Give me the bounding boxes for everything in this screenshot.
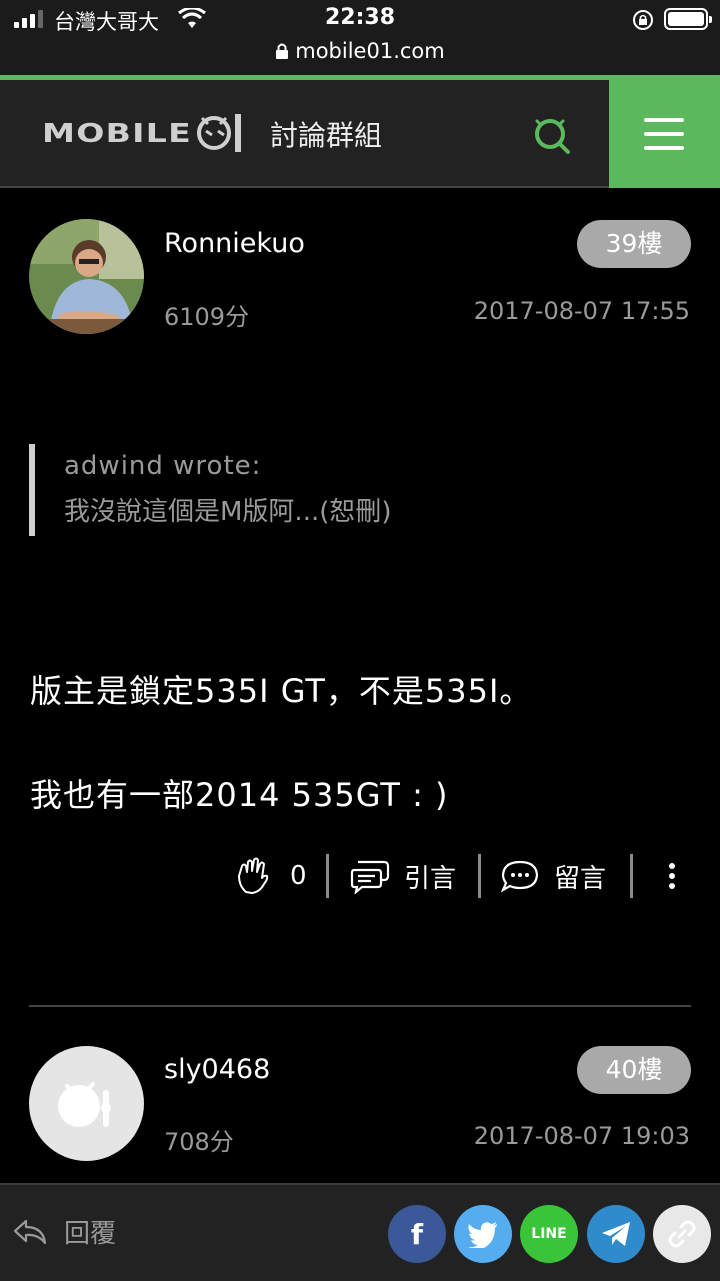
copy-link-button[interactable] xyxy=(653,1205,711,1263)
separator xyxy=(326,854,329,898)
comment-icon xyxy=(500,860,539,893)
reply-label: 回覆 xyxy=(64,1219,117,1249)
clap-icon xyxy=(238,857,269,894)
user-score: 708分 xyxy=(164,1128,234,1156)
search-button[interactable] xyxy=(528,112,576,160)
user-score: 6109分 xyxy=(164,303,250,331)
separator xyxy=(478,854,481,898)
reply-icon xyxy=(13,1219,47,1244)
post-timestamp: 2017-08-07 19:03 xyxy=(473,1122,690,1150)
clock: 22:38 xyxy=(324,5,396,30)
battery-icon xyxy=(664,8,712,30)
menu-icon xyxy=(644,118,684,122)
bottom-action-bar: 回覆 f LINE xyxy=(0,1183,720,1281)
quote-label: 引言 xyxy=(404,863,457,894)
twitter-icon xyxy=(468,1222,497,1248)
avatar[interactable] xyxy=(29,1046,144,1161)
quote-button[interactable]: 引言 xyxy=(350,852,456,900)
link-icon xyxy=(668,1220,696,1248)
comment-label: 留言 xyxy=(554,863,607,894)
url-bar[interactable]: mobile01.com xyxy=(0,39,720,65)
line-icon: LINE xyxy=(531,1226,567,1242)
floor-badge[interactable]: 39樓 xyxy=(577,220,691,268)
search-icon xyxy=(535,119,570,154)
telegram-share-button[interactable] xyxy=(587,1205,645,1263)
post-body-line: 我也有一部2014 535GT : ) xyxy=(30,776,449,814)
post-body-line: 版主是鎖定535I GT，不是535I。 xyxy=(30,672,533,710)
more-vertical-icon xyxy=(669,863,675,889)
comment-button[interactable]: 留言 xyxy=(500,852,606,900)
avatar[interactable] xyxy=(29,219,144,334)
site-header: MOBILE 討論群組 xyxy=(0,80,720,188)
like-button[interactable]: 0 xyxy=(236,852,307,900)
separator xyxy=(630,854,633,898)
post-timestamp: 2017-08-07 17:55 xyxy=(473,297,690,325)
quote-icon xyxy=(350,860,390,894)
quote-text: 我沒說這個是M版阿...(恕刪) xyxy=(64,497,392,527)
default-avatar-icon xyxy=(58,1082,111,1127)
mobile01-logo[interactable]: MOBILE xyxy=(42,110,247,160)
post-divider xyxy=(29,1005,691,1007)
like-count: 0 xyxy=(290,861,307,891)
post-actions: 0 引言 留言 xyxy=(0,852,720,900)
twitter-share-button[interactable] xyxy=(454,1205,512,1263)
facebook-icon: f xyxy=(410,1217,424,1251)
reply-button[interactable]: 回覆 xyxy=(12,1213,116,1250)
facebook-share-button[interactable]: f xyxy=(388,1205,446,1263)
telegram-icon xyxy=(602,1222,630,1246)
floor-badge[interactable]: 40樓 xyxy=(577,1046,691,1094)
svg-text:MOBILE: MOBILE xyxy=(42,119,192,149)
more-options-button[interactable] xyxy=(662,852,682,900)
line-share-button[interactable]: LINE xyxy=(520,1205,578,1263)
menu-button[interactable] xyxy=(609,80,720,188)
url-text: mobile01.com xyxy=(295,39,445,63)
page-title: 討論群組 xyxy=(270,119,383,152)
quote-author: adwind wrote: xyxy=(64,451,262,481)
username[interactable]: sly0468 xyxy=(164,1054,270,1085)
lock-icon xyxy=(275,41,289,65)
quote-block: adwind wrote: 我沒說這個是M版阿...(恕刪) xyxy=(29,444,669,536)
rotation-lock-icon xyxy=(632,9,654,35)
status-bar: 台灣大哥大 22:38 mobile01.com xyxy=(0,0,720,76)
username[interactable]: Ronniekuo xyxy=(164,228,305,259)
